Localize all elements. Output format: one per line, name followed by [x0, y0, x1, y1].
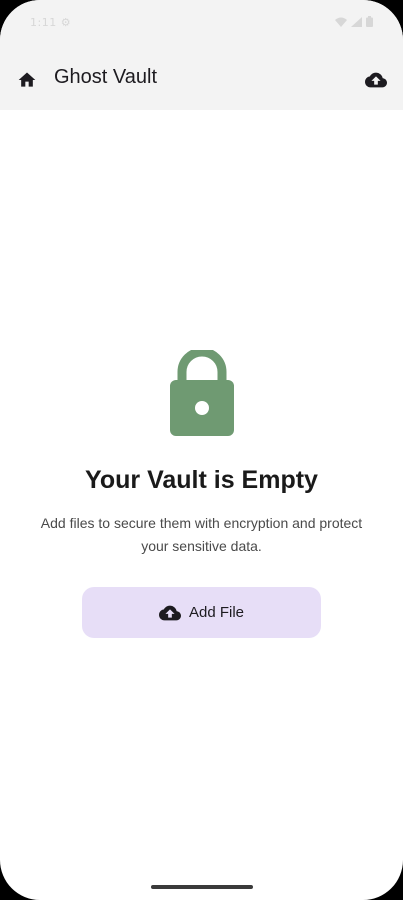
add-file-label: Add File: [188, 604, 245, 621]
cloud-upload-icon[interactable]: [365, 69, 387, 91]
battery-icon: [366, 16, 373, 27]
home-icon[interactable]: [17, 70, 37, 90]
signal-icon: [351, 16, 362, 27]
add-file-button[interactable]: Add File: [82, 587, 321, 638]
status-time: 1:11 ⚙: [30, 16, 72, 29]
cloud-upload-icon: [158, 605, 181, 620]
status-icons: [335, 16, 373, 27]
device-screen: 1:11 ⚙ Ghost Vault Your Vault is Empty A…: [0, 0, 403, 900]
wifi-icon: [335, 17, 347, 27]
app-title: Ghost Vault: [54, 66, 158, 88]
empty-state-title: Your Vault is Empty: [85, 466, 318, 494]
status-bar: 1:11 ⚙: [0, 0, 403, 50]
app-bar: Ghost Vault: [0, 50, 403, 110]
gesture-navigation-bar[interactable]: [151, 885, 253, 889]
empty-state-description: Add files to secure them with encryption…: [40, 515, 363, 554]
lock-icon: [170, 350, 234, 436]
